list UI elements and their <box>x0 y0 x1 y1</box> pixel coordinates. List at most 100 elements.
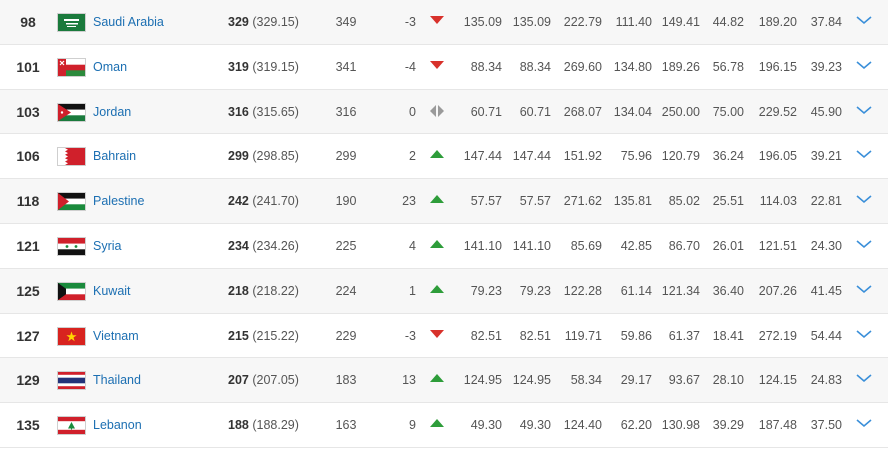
previous-points: 341 <box>335 59 357 74</box>
chevron-down-icon[interactable] <box>855 104 877 120</box>
rank-change: -4 <box>404 59 416 74</box>
points-rounded: 188 <box>228 418 249 433</box>
stat-c1: 49.30 <box>470 418 502 433</box>
stat-c2: 49.30 <box>519 418 551 433</box>
team-name-link[interactable]: Oman <box>93 45 213 89</box>
team-name-link[interactable]: Jordan <box>93 90 213 134</box>
previous-points: 316 <box>335 104 357 119</box>
stat-c8: 24.30 <box>810 239 842 253</box>
points-exact: (298.85) <box>252 149 299 164</box>
stat-c6: 26.01 <box>712 239 744 253</box>
rank-change: -3 <box>404 15 416 29</box>
previous-points: 190 <box>335 194 357 209</box>
table-row[interactable]: 106 Bahrain 299 (298.85) 299 2 147.44 147.44 15… <box>0 134 888 180</box>
table-row[interactable]: 118 Palestine 242 (241.70) 190 23 57.57 57.57 2… <box>0 179 888 224</box>
chevron-down-icon[interactable] <box>855 193 877 209</box>
stat-c6: 36.24 <box>712 149 744 164</box>
chevron-down-icon[interactable] <box>855 283 877 299</box>
points-rounded: 215 <box>228 328 249 343</box>
vietnam-flag-icon <box>57 326 86 346</box>
stat-c1: 60.71 <box>470 104 502 119</box>
table-row[interactable]: 135 Lebanon 188 (188.29) 163 9 49.30 49.30 124.… <box>0 403 888 448</box>
stat-c5: 130.98 <box>661 418 700 433</box>
stat-c1: 82.51 <box>470 328 502 343</box>
total-points: 207 (207.05) <box>228 358 328 402</box>
chevron-down-icon[interactable] <box>855 417 877 433</box>
stat-c2: 82.51 <box>519 328 551 343</box>
stat-c5: 189.26 <box>661 59 700 74</box>
stat-c1: 124.95 <box>463 373 502 388</box>
rank-change: 0 <box>409 104 416 119</box>
previous-points: 183 <box>335 373 357 388</box>
points-exact: (234.26) <box>252 239 299 253</box>
lebanon-flag-icon <box>57 416 86 436</box>
stat-c8: 41.45 <box>810 283 842 298</box>
stat-c7: 196.05 <box>758 149 797 164</box>
stat-c6: 36.40 <box>712 283 744 298</box>
stat-c3: 58.34 <box>570 373 602 388</box>
team-name-link[interactable]: Thailand <box>93 358 213 402</box>
rank-value: 129 <box>16 372 40 389</box>
stat-c3: 269.60 <box>563 59 602 74</box>
stat-c5: 85.02 <box>668 194 700 209</box>
movement-down-icon <box>428 59 450 75</box>
stat-c5: 93.67 <box>668 373 700 388</box>
table-row[interactable]: 98 Saudi Arabia 329 (329.15) 349 -3 135.09 135… <box>0 0 888 45</box>
team-name-link[interactable]: Saudi Arabia <box>93 0 213 44</box>
stat-c6: 39.29 <box>712 418 744 433</box>
stat-c7: 272.19 <box>758 328 797 343</box>
stat-c2: 60.71 <box>519 104 551 119</box>
total-points: 188 (188.29) <box>228 403 328 447</box>
table-row[interactable]: 101 Oman 319 (319.15) 341 -4 88.34 88.34 269.60… <box>0 45 888 90</box>
stat-c1: 147.44 <box>463 149 502 164</box>
team-name-link[interactable]: Kuwait <box>93 269 213 313</box>
rank-change: -3 <box>404 328 416 343</box>
rank-value: 118 <box>16 193 40 210</box>
chevron-down-icon[interactable] <box>855 328 877 344</box>
chevron-down-icon[interactable] <box>855 238 877 254</box>
chevron-down-icon[interactable] <box>855 14 877 30</box>
stat-c4: 61.14 <box>620 283 652 298</box>
team-name-link[interactable]: Bahrain <box>93 134 213 178</box>
kuwait-flag-icon <box>57 281 86 301</box>
chevron-down-icon[interactable] <box>855 372 877 388</box>
points-rounded: 207 <box>228 373 249 388</box>
table-row[interactable]: 125 Kuwait 218 (218.22) 224 1 79.23 79.23 122.2… <box>0 268 888 314</box>
team-name-link[interactable]: Vietnam <box>93 314 213 358</box>
team-name-link[interactable]: Palestine <box>93 179 213 223</box>
table-row[interactable]: 103 Jordan 316 (315.65) 316 0 60.71 60.71 268.0… <box>0 89 888 135</box>
stat-c4: 134.04 <box>613 104 652 119</box>
points-exact: (329.15) <box>252 15 299 29</box>
chevron-down-icon[interactable] <box>855 148 877 164</box>
chevron-down-icon[interactable] <box>855 59 877 75</box>
stat-c4: 135.81 <box>613 194 652 209</box>
table-row[interactable]: 121 Syria 234 (234.26) 225 4 141.10 141.10 85.6… <box>0 224 888 269</box>
stat-c6: 44.82 <box>712 15 744 29</box>
movement-down-icon <box>428 14 450 30</box>
rank-value: 101 <box>16 58 40 75</box>
stat-c1: 135.09 <box>463 15 502 29</box>
rank-value: 125 <box>16 282 40 299</box>
points-exact: (188.29) <box>252 418 299 433</box>
points-rounded: 234 <box>228 239 249 253</box>
team-name-link[interactable]: Syria <box>93 224 213 268</box>
table-row[interactable]: 129 Thailand 207 (207.05) 183 13 124.95 124.95… <box>0 358 888 404</box>
stat-c2: 141.10 <box>512 239 551 253</box>
movement-same-icon <box>428 104 450 120</box>
points-rounded: 329 <box>228 15 249 29</box>
total-points: 329 (329.15) <box>228 0 328 44</box>
stat-c3: 85.69 <box>570 239 602 253</box>
stat-c5: 86.70 <box>668 239 700 253</box>
team-name-link[interactable]: Lebanon <box>93 403 213 447</box>
stat-c5: 61.37 <box>668 328 700 343</box>
stat-c8: 22.81 <box>810 194 842 209</box>
stat-c6: 18.41 <box>712 328 744 343</box>
stat-c7: 124.15 <box>758 373 797 388</box>
stat-c7: 189.20 <box>758 15 797 29</box>
rank-change: 9 <box>409 418 416 433</box>
rank-change: 1 <box>409 283 416 298</box>
stat-c8: 24.83 <box>810 373 842 388</box>
palestine-flag-icon <box>57 192 86 212</box>
table-row[interactable]: 127 Vietnam 215 (215.22) 229 -3 82.51 82.51 119… <box>0 314 888 359</box>
stat-c7: 121.51 <box>758 239 797 253</box>
